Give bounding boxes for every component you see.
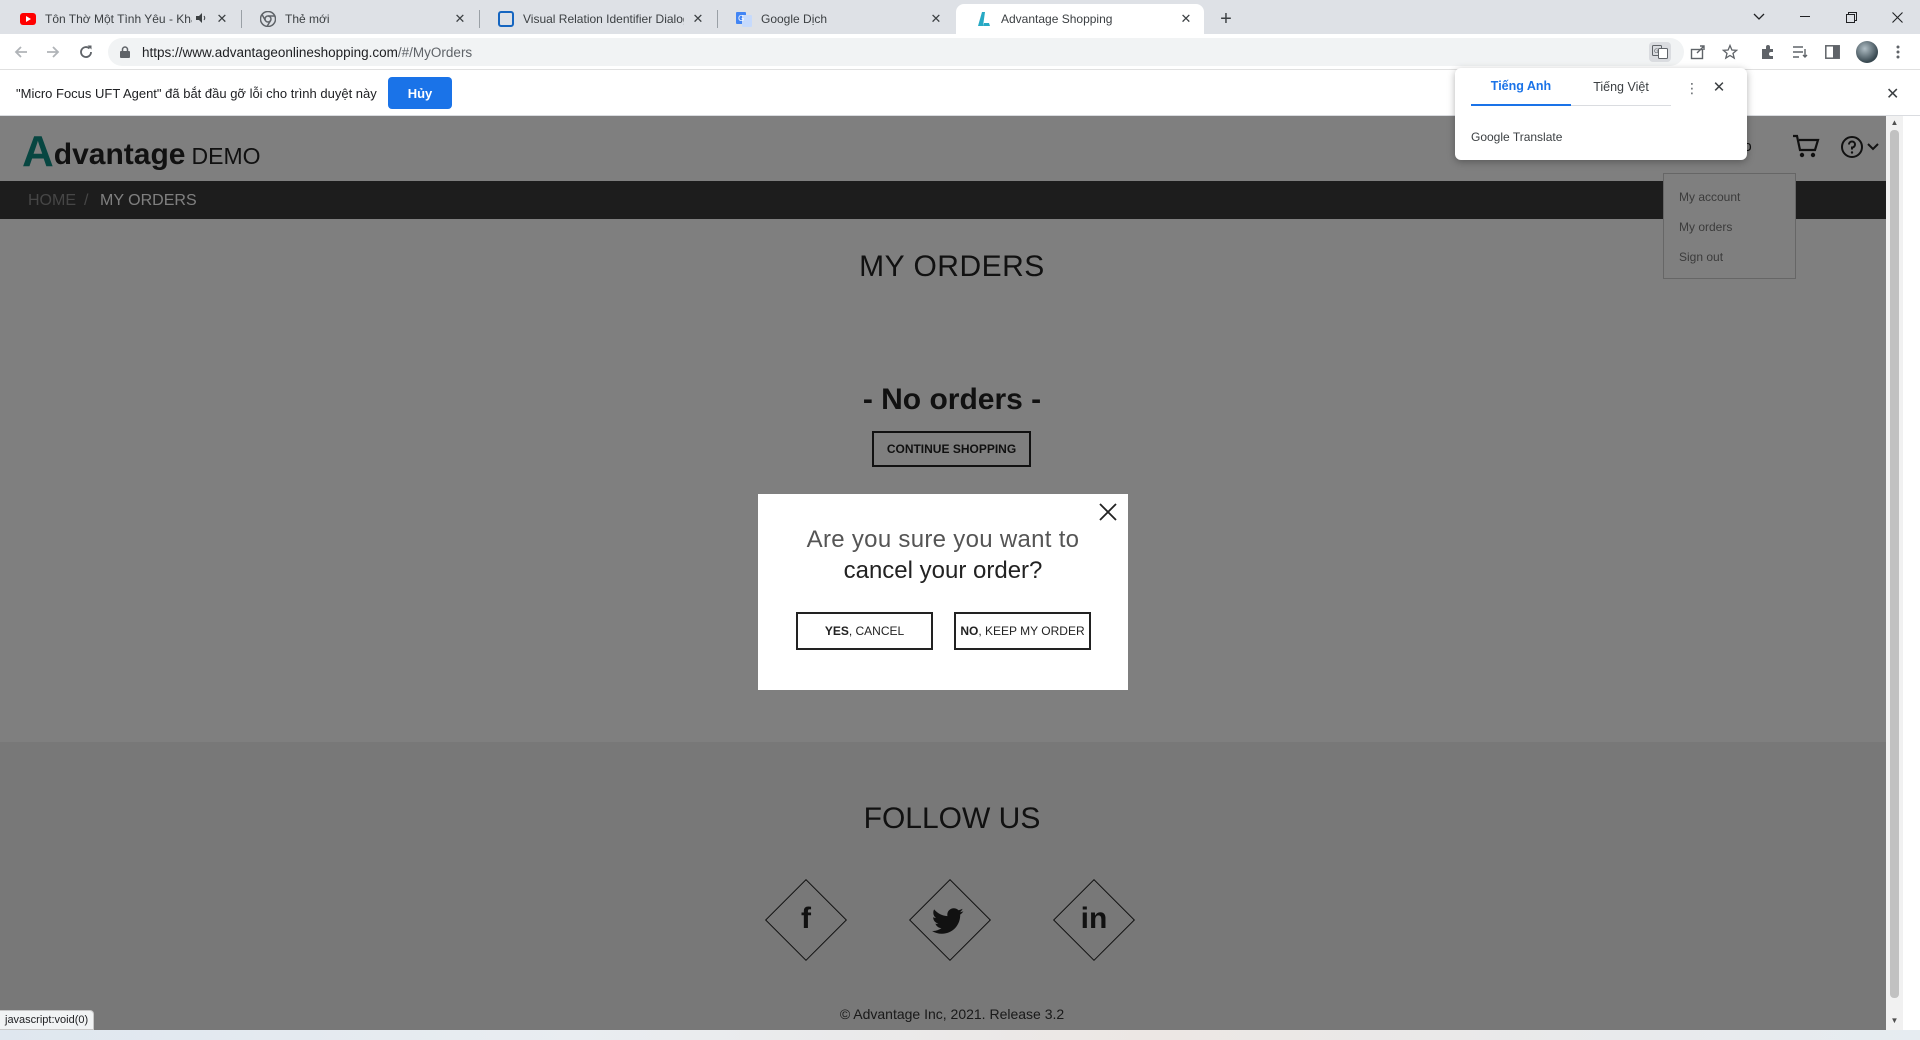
tab-strip: Tôn Thờ Một Tình Yêu - Khán ✕ Thẻ mới ✕ …: [0, 0, 1920, 34]
tab-title: Google Dịch: [761, 12, 828, 26]
advantage-icon: [976, 11, 992, 27]
profile-avatar[interactable]: [1856, 41, 1878, 63]
lock-icon[interactable]: [120, 45, 130, 58]
tab-title: Thẻ mới: [285, 12, 330, 26]
tab-search-icon[interactable]: [1736, 0, 1782, 34]
tab-youtube[interactable]: Tôn Thờ Một Tình Yêu - Khán ✕: [0, 4, 240, 34]
translate-options-icon[interactable]: ⋮: [1685, 80, 1699, 97]
close-tab-icon[interactable]: ✕: [690, 11, 706, 27]
no-keep-order-button[interactable]: NO, KEEP MY ORDER: [954, 612, 1091, 650]
dialog-question-line2: cancel your order?: [843, 557, 1043, 584]
yes-label-rest: , CANCEL: [848, 624, 905, 638]
share-icon[interactable]: [1688, 42, 1708, 62]
extensions-puzzle-icon[interactable]: [1758, 42, 1778, 62]
yes-cancel-button[interactable]: YES, CANCEL: [796, 612, 933, 650]
close-tab-icon[interactable]: ✕: [214, 11, 230, 27]
new-tab-button[interactable]: +: [1213, 6, 1239, 32]
svg-text:G: G: [738, 14, 744, 23]
no-label-bold: NO: [960, 624, 979, 638]
url-host: https://www.advantageonlineshopping.com: [142, 45, 398, 60]
dialog-question-line1: Are you sure you want to: [806, 526, 1080, 553]
url-text: https://www.advantageonlineshopping.com/…: [142, 45, 472, 60]
tab-title: Tôn Thờ Một Tình Yêu - Khán: [45, 12, 192, 26]
chrome-icon: [260, 11, 276, 27]
reading-list-icon[interactable]: [1790, 42, 1810, 62]
scroll-up-arrow-icon[interactable]: ▲: [1890, 118, 1899, 128]
close-icon[interactable]: [1098, 502, 1118, 522]
svg-text:G: G: [1654, 48, 1659, 55]
close-tab-icon[interactable]: ✕: [1178, 11, 1194, 27]
back-arrow-icon[interactable]: [9, 40, 33, 64]
side-panel-icon[interactable]: [1822, 42, 1842, 62]
restore-button[interactable]: [1828, 0, 1874, 34]
url-path: /#/MyOrders: [397, 45, 473, 60]
translate-tab-target[interactable]: Tiếng Việt: [1571, 68, 1671, 106]
page-scrollbar[interactable]: ▲ ▼: [1886, 116, 1903, 1030]
yes-label-bold: YES: [824, 624, 849, 638]
no-label-rest: , KEEP MY ORDER: [978, 624, 1085, 638]
close-tab-icon[interactable]: ✕: [452, 11, 468, 27]
youtube-icon: [20, 11, 36, 27]
bookmark-star-icon[interactable]: [1720, 42, 1740, 62]
more-menu-icon[interactable]: [1888, 42, 1908, 62]
tab-google-translate[interactable]: G Google Dịch ✕: [716, 4, 954, 34]
translate-close-icon[interactable]: ✕: [1711, 78, 1727, 96]
close-tab-icon[interactable]: ✕: [928, 11, 944, 27]
cancel-order-dialog: Are you sure you want to cancel your ord…: [758, 494, 1128, 690]
translate-popup: Tiếng Anh Tiếng Việt ⋮ ✕ Google Translat…: [1455, 68, 1747, 160]
speaker-icon[interactable]: [196, 12, 208, 26]
tab-title: Advantage Shopping: [1001, 12, 1113, 26]
tab-visual-relation[interactable]: Visual Relation Identifier Dialog E ✕: [478, 4, 716, 34]
forward-arrow-icon[interactable]: [41, 40, 65, 64]
minimize-button[interactable]: [1782, 0, 1828, 34]
page-viewport: A dvantage DEMO no HOME / MY ORDERS My a…: [0, 116, 1886, 1030]
address-bar[interactable]: https://www.advantageonlineshopping.com/…: [108, 38, 1684, 66]
scroll-down-arrow-icon[interactable]: ▼: [1890, 1016, 1899, 1026]
reload-icon[interactable]: [74, 40, 98, 64]
google-translate-icon: G: [736, 11, 752, 27]
status-url-bubble: javascript:void(0): [0, 1010, 95, 1030]
uft-icon: [498, 11, 514, 27]
taskbar-edge: [0, 1030, 1920, 1040]
google-translate-brand: Google Translate: [1471, 130, 1563, 144]
tab-new-tab[interactable]: Thẻ mới ✕: [240, 4, 478, 34]
translate-tab-source[interactable]: Tiếng Anh: [1471, 68, 1571, 106]
browser-toolbar: https://www.advantageonlineshopping.com/…: [0, 34, 1920, 70]
tab-title: Visual Relation Identifier Dialog E: [523, 12, 684, 26]
window-close-button[interactable]: [1874, 0, 1920, 34]
infobar-close-icon[interactable]: ✕: [1886, 84, 1899, 104]
translate-page-icon[interactable]: G: [1649, 42, 1671, 62]
scrollbar-thumb[interactable]: [1890, 130, 1899, 998]
infobar-message: "Micro Focus UFT Agent" đã bắt đầu gỡ lỗ…: [16, 86, 377, 101]
tab-advantage-shopping[interactable]: Advantage Shopping ✕: [956, 4, 1204, 34]
infobar-cancel-button[interactable]: Hủy: [388, 77, 452, 109]
